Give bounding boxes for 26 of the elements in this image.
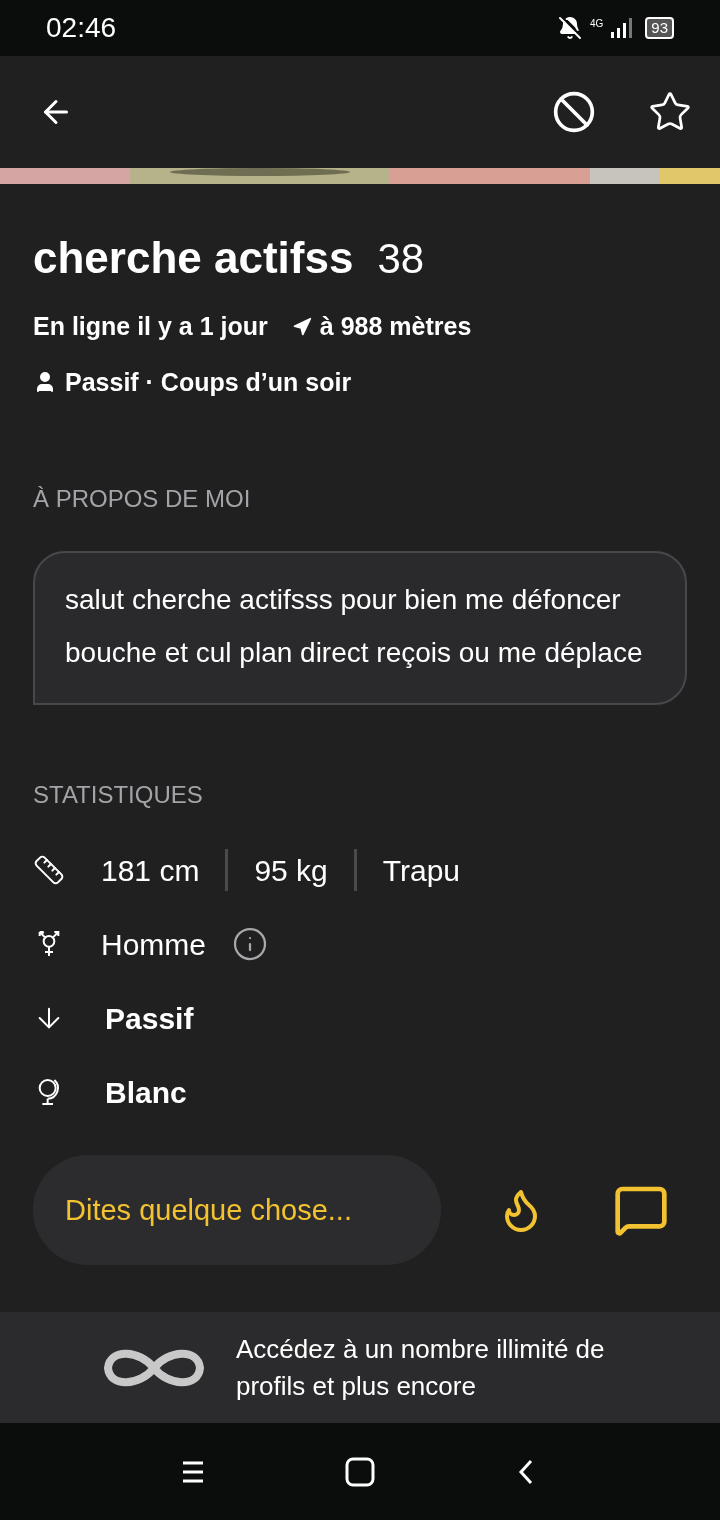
network-type: 4G: [589, 17, 604, 31]
profile-tags: Passif · Coups d’un soir: [65, 363, 352, 401]
stat-value: Trapu: [382, 852, 461, 889]
distance-text: à 988 mètres: [319, 311, 472, 342]
promo-banner[interactable]: Accédez à un nombre illimité de profils et plus encore: [0, 1312, 720, 1423]
status-time: 02:46: [46, 11, 117, 45]
stat-value: Homme: [101, 926, 206, 963]
battery-indicator: 93: [645, 17, 674, 39]
muted-bell-icon: [557, 16, 582, 40]
stat-value: Blanc: [105, 1074, 187, 1111]
about-heading: À PROPOS DE MOI: [33, 484, 252, 514]
statistics-heading: STATISTIQUES: [33, 780, 204, 810]
promo-text: Accédez à un nombre illimité de profils et plus encore: [236, 1332, 606, 1403]
message-field[interactable]: Dites quelque chose...: [33, 1155, 441, 1265]
block-button[interactable]: [552, 90, 596, 134]
online-status: En ligne il y a 1 jour: [33, 311, 268, 342]
stat-value: Passif: [105, 1000, 194, 1037]
location-arrow-icon: [291, 316, 312, 337]
stat-value: 181 cm: [101, 852, 200, 889]
home-button[interactable]: [344, 1455, 376, 1488]
profile-name: cherche actifss: [33, 236, 354, 280]
about-text: salut cherche actifsss pour bien me défoncer bouche et cul plan direct reçois ou me déplace: [65, 583, 644, 670]
info-icon[interactable]: [232, 926, 268, 962]
ruler-icon: [33, 854, 65, 886]
profile-age: 38: [377, 238, 425, 280]
stat-value: 95 kg: [254, 852, 328, 889]
